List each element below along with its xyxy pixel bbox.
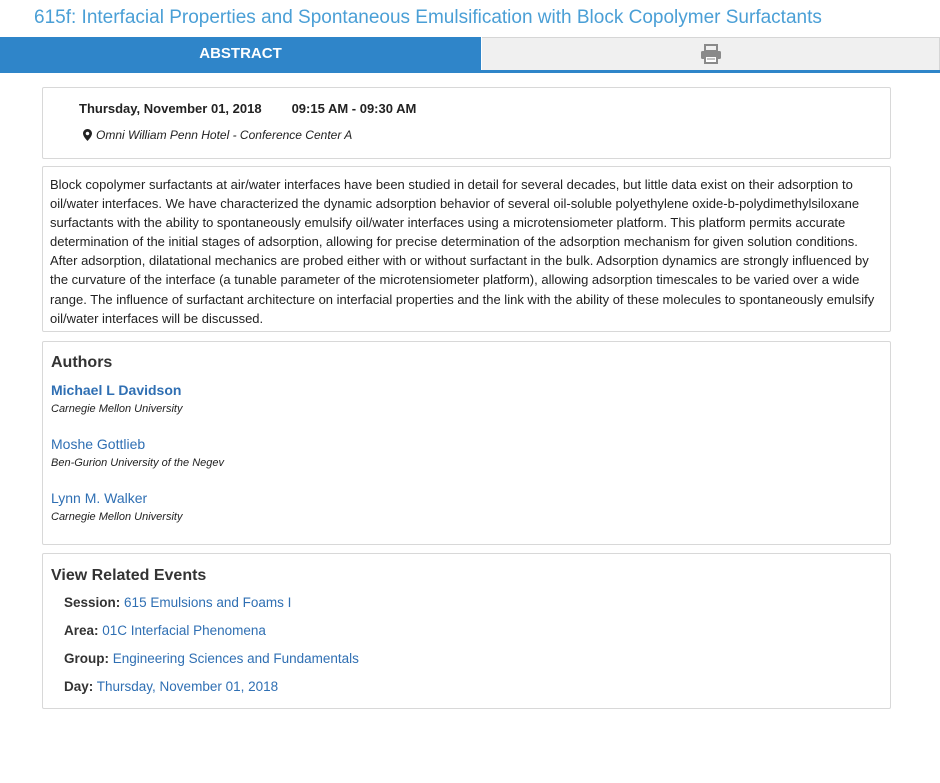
- authors-heading: Authors: [51, 354, 113, 371]
- author-item: Lynn M. Walker Carnegie Mellon Universit…: [51, 490, 182, 523]
- tab-abstract[interactable]: ABSTRACT: [0, 37, 481, 70]
- author-item: Michael L Davidson Carnegie Mellon Unive…: [51, 382, 182, 415]
- day-link[interactable]: Thursday, November 01, 2018: [97, 679, 278, 694]
- author-name-link[interactable]: Moshe Gottlieb: [51, 436, 224, 452]
- related-row-session: Session: 615 Emulsions and Foams I: [64, 595, 291, 610]
- session-date: Thursday, November 01, 2018: [79, 101, 262, 116]
- authors-panel: Authors Michael L Davidson Carnegie Mell…: [42, 341, 891, 545]
- area-link[interactable]: 01C Interfacial Phenomena: [102, 623, 266, 638]
- printer-icon: [700, 44, 721, 64]
- group-link[interactable]: Engineering Sciences and Fundamentals: [113, 651, 359, 666]
- session-time: 09:15 AM - 09:30 AM: [291, 101, 417, 116]
- abstract-panel: Block copolymer surfactants at air/water…: [42, 166, 891, 332]
- author-name-link[interactable]: Michael L Davidson: [51, 382, 182, 398]
- author-item: Moshe Gottlieb Ben-Gurion University of …: [51, 436, 224, 469]
- related-events-heading: View Related Events: [51, 567, 207, 584]
- print-button[interactable]: [482, 37, 940, 70]
- related-label: Area:: [64, 623, 99, 638]
- related-row-area: Area: 01C Interfacial Phenomena: [64, 623, 266, 638]
- page-title: 615f: Interfacial Properties and Spontan…: [34, 7, 822, 28]
- session-link[interactable]: 615 Emulsions and Foams I: [124, 595, 291, 610]
- tab-bar: ABSTRACT: [0, 37, 940, 73]
- related-label: Group:: [64, 651, 109, 666]
- session-location: Omni William Penn Hotel - Conference Cen…: [83, 128, 352, 142]
- related-label: Day:: [64, 679, 94, 694]
- author-name-link[interactable]: Lynn M. Walker: [51, 490, 182, 506]
- session-info-panel: Thursday, November 01, 2018 09:15 AM - 09…: [42, 87, 891, 159]
- author-affiliation: Carnegie Mellon University: [51, 511, 183, 523]
- abstract-text: Block copolymer surfactants at air/water…: [50, 177, 875, 326]
- related-events-panel: View Related Events Session: 615 Emulsio…: [42, 553, 891, 709]
- location-text: Omni William Penn Hotel - Conference Cen…: [96, 128, 353, 142]
- session-datetime: Thursday, November 01, 2018 09:15 AM - 09…: [79, 101, 416, 116]
- author-affiliation: Ben-Gurion University of the Negev: [51, 457, 225, 469]
- related-label: Session:: [64, 595, 121, 610]
- author-affiliation: Carnegie Mellon University: [51, 403, 183, 415]
- related-row-group: Group: Engineering Sciences and Fundamen…: [64, 651, 359, 666]
- map-marker-icon: [83, 129, 92, 141]
- related-row-day: Day: Thursday, November 01, 2018: [64, 679, 278, 694]
